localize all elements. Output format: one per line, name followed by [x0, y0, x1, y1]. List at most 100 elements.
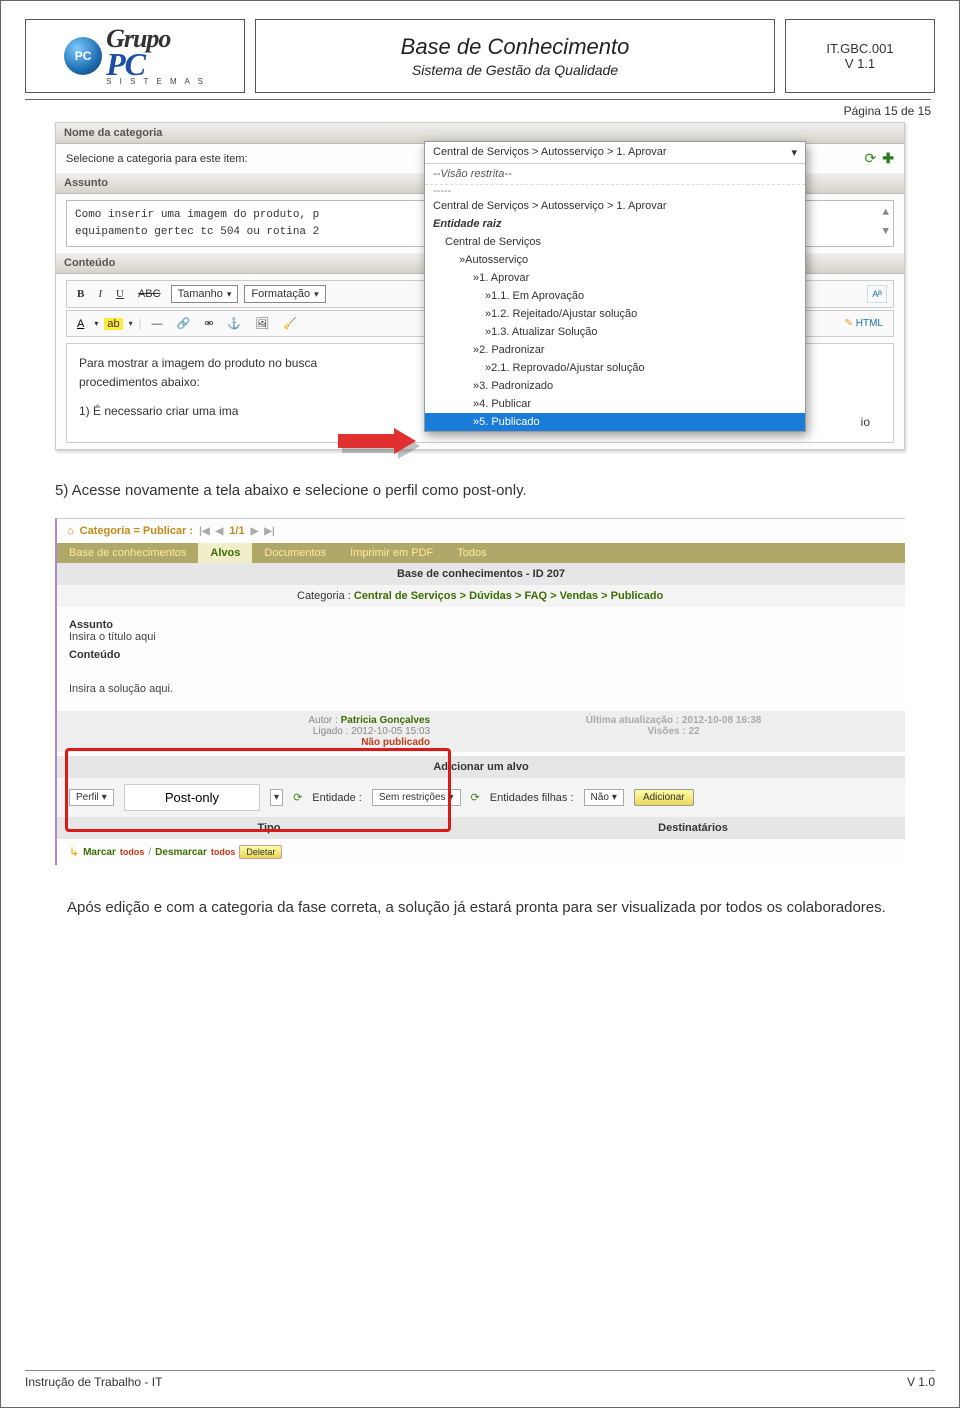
deletar-button[interactable]: Deletar [239, 845, 282, 859]
code-cell: IT.GBC.001 V 1.1 [785, 19, 935, 93]
dd-11[interactable]: »1.1. Em Aprovação [425, 287, 805, 305]
visoes: Visões : 22 [442, 726, 905, 737]
page-number-row: Página 15 de 15 [25, 99, 931, 118]
content-trail: io [861, 413, 870, 432]
category-dropdown[interactable]: Central de Serviços > Autosserviço > 1. … [424, 141, 806, 432]
dd-repeat[interactable]: Central de Serviços > Autosserviço > 1. … [425, 197, 805, 215]
dd-12[interactable]: »1.2. Rejeitado/Ajustar solução [425, 305, 805, 323]
tab-alvos[interactable]: Alvos [198, 543, 252, 563]
brand-logo: PC Grupo PC S I S T E M A S [64, 26, 206, 86]
author-label: Autor : [308, 715, 337, 726]
scroll-down-icon[interactable]: ▼ [882, 224, 889, 241]
dd-1-aprovar[interactable]: »1. Aprovar [425, 269, 805, 287]
footer-left: Instrução de Trabalho - IT [25, 1375, 162, 1389]
dd-21[interactable]: »2.1. Reprovado/Ajustar solução [425, 359, 805, 377]
doc-version: V 1.1 [845, 56, 875, 71]
filhas-label: Entidades filhas : [490, 792, 574, 804]
unlink-button[interactable]: ⚮ [200, 315, 217, 332]
doc-code: IT.GBC.001 [826, 41, 893, 56]
home-icon[interactable]: ⌂ [67, 525, 74, 537]
chevron-down-icon[interactable]: ▾ [791, 146, 797, 159]
reload-icon-2[interactable]: ⟳ [471, 791, 480, 804]
tab-todos[interactable]: Todos [445, 543, 498, 563]
globe-icon: PC [64, 37, 102, 75]
dd-2[interactable]: »2. Padronizar [425, 341, 805, 359]
kb-body: Assunto Insira o título aqui Conteúdo In… [57, 607, 905, 711]
marcar-link[interactable]: Marcar [83, 847, 116, 858]
kb-category-row: Categoria : Central de Serviços > Dúvida… [57, 585, 905, 607]
dd-3[interactable]: »3. Padronizado [425, 377, 805, 395]
crumb-text: Categoria = Publicar : [80, 525, 193, 537]
todos-1: todos [120, 847, 145, 857]
screenshot-category-dropdown: Nome da categoria Selecione a categoria … [55, 122, 905, 450]
tab-documentos[interactable]: Documentos [252, 543, 338, 563]
dd-autosservico[interactable]: »Autosserviço [425, 251, 805, 269]
marks-row: ↳ Marcar todos / Desmarcar todos Deletar [57, 839, 905, 865]
cat-path: Central de Serviços > Dúvidas > FAQ > Ve… [354, 590, 663, 602]
closing-paragraph: Após edição e com a categoria da fase co… [67, 895, 893, 921]
ultima-atualizacao: Última atualização : 2012-10-08 16:38 [442, 715, 905, 726]
tab-base[interactable]: Base de conhecimentos [57, 543, 198, 563]
anchor-button[interactable]: ⚓ [223, 315, 245, 332]
spellcheck-button[interactable]: Aᴮ [867, 285, 887, 303]
filhas-select[interactable]: Não▾ [584, 789, 624, 806]
link-button[interactable]: 🔗 [172, 315, 194, 332]
todos-2: todos [211, 847, 236, 857]
brand-sub: S I S T E M A S [106, 78, 206, 86]
tab-bar: Base de conhecimentos Alvos Documentos I… [57, 543, 905, 563]
doc-subtitle: Sistema de Gestão da Qualidade [412, 62, 618, 78]
dd-central[interactable]: Central de Serviços [425, 233, 805, 251]
desmarcar-link[interactable]: Desmarcar [155, 847, 207, 858]
dd-dashes: ----- [425, 185, 805, 197]
dd-selected: Central de Serviços > Autosserviço > 1. … [433, 146, 667, 159]
doc-header: PC Grupo PC S I S T E M A S Base de Conh… [25, 19, 935, 93]
html-button[interactable]: ✎ HTML [841, 316, 887, 331]
first-icon[interactable]: |◀ [199, 526, 210, 537]
text-color-button[interactable]: A [73, 316, 88, 332]
dd-5-selected[interactable]: »5. Publicado [425, 413, 805, 431]
brand-main: PC [106, 48, 206, 80]
doc-footer: Instrução de Trabalho - IT V 1.0 [25, 1370, 935, 1389]
dd-visao: --Visão restrita-- [425, 164, 805, 185]
lbl-conteudo: Conteúdo [69, 649, 893, 661]
step-5-text: 5) Acesse novamente a tela abaixo e sele… [55, 480, 905, 503]
prev-icon[interactable]: ◀ [216, 526, 224, 537]
red-arrow-annotation [338, 428, 418, 454]
lbl-assunto: Assunto [69, 619, 893, 631]
ph-assunto: Insira o título aqui [69, 631, 893, 643]
breadcrumb: ⌂ Categoria = Publicar : |◀ ◀ 1/1 ▶ ▶| [57, 519, 905, 543]
cat-label: Categoria : [297, 590, 351, 602]
next-icon[interactable]: ▶ [251, 526, 259, 537]
col-destinatarios: Destinatários [481, 817, 905, 839]
ph-conteudo: Insira a solução aqui. [69, 683, 893, 695]
kb-id-title: Base de conhecimentos - ID 207 [57, 563, 905, 585]
title-cell: Base de Conhecimento Sistema de Gestão d… [255, 19, 775, 93]
font-size-select[interactable]: Tamanho▾ [171, 285, 239, 303]
nao-publicado: Não publicado [57, 737, 430, 748]
hr-button[interactable]: — [147, 316, 166, 332]
bold-button[interactable]: B [73, 286, 88, 302]
underline-button[interactable]: U [112, 286, 128, 302]
highlight-button[interactable]: ab [104, 318, 122, 330]
arrow-up-icon[interactable]: ↳ [69, 845, 79, 859]
format-select[interactable]: Formatação▾ [244, 285, 325, 303]
dd-4[interactable]: »4. Publicar [425, 395, 805, 413]
scroll-up-icon[interactable]: ▲ [882, 205, 889, 222]
kb-footer: Autor : Patricia Gonçalves Ligado : 2012… [57, 711, 905, 752]
clear-button[interactable]: 🧹 [279, 315, 301, 332]
tab-imprimir[interactable]: Imprimir em PDF [338, 543, 445, 563]
image-button[interactable]: 🖼 [251, 315, 273, 332]
refresh-icon[interactable]: ⟳ [865, 150, 877, 167]
page-number: Página 15 de 15 [844, 104, 931, 118]
strike-button[interactable]: ABC [134, 286, 165, 302]
add-icon[interactable]: ✚ [882, 150, 894, 167]
red-highlight-box [65, 748, 451, 832]
adicionar-button[interactable]: Adicionar [634, 789, 694, 806]
pager: 1/1 [229, 525, 244, 537]
doc-title: Base de Conhecimento [401, 34, 630, 60]
screenshot-target-profile: ⌂ Categoria = Publicar : |◀ ◀ 1/1 ▶ ▶| B… [55, 518, 905, 865]
dd-entidade[interactable]: Entidade raiz [425, 215, 805, 233]
last-icon[interactable]: ▶| [264, 526, 275, 537]
dd-13[interactable]: »1.3. Atualizar Solução [425, 323, 805, 341]
italic-button[interactable]: I [94, 286, 106, 302]
